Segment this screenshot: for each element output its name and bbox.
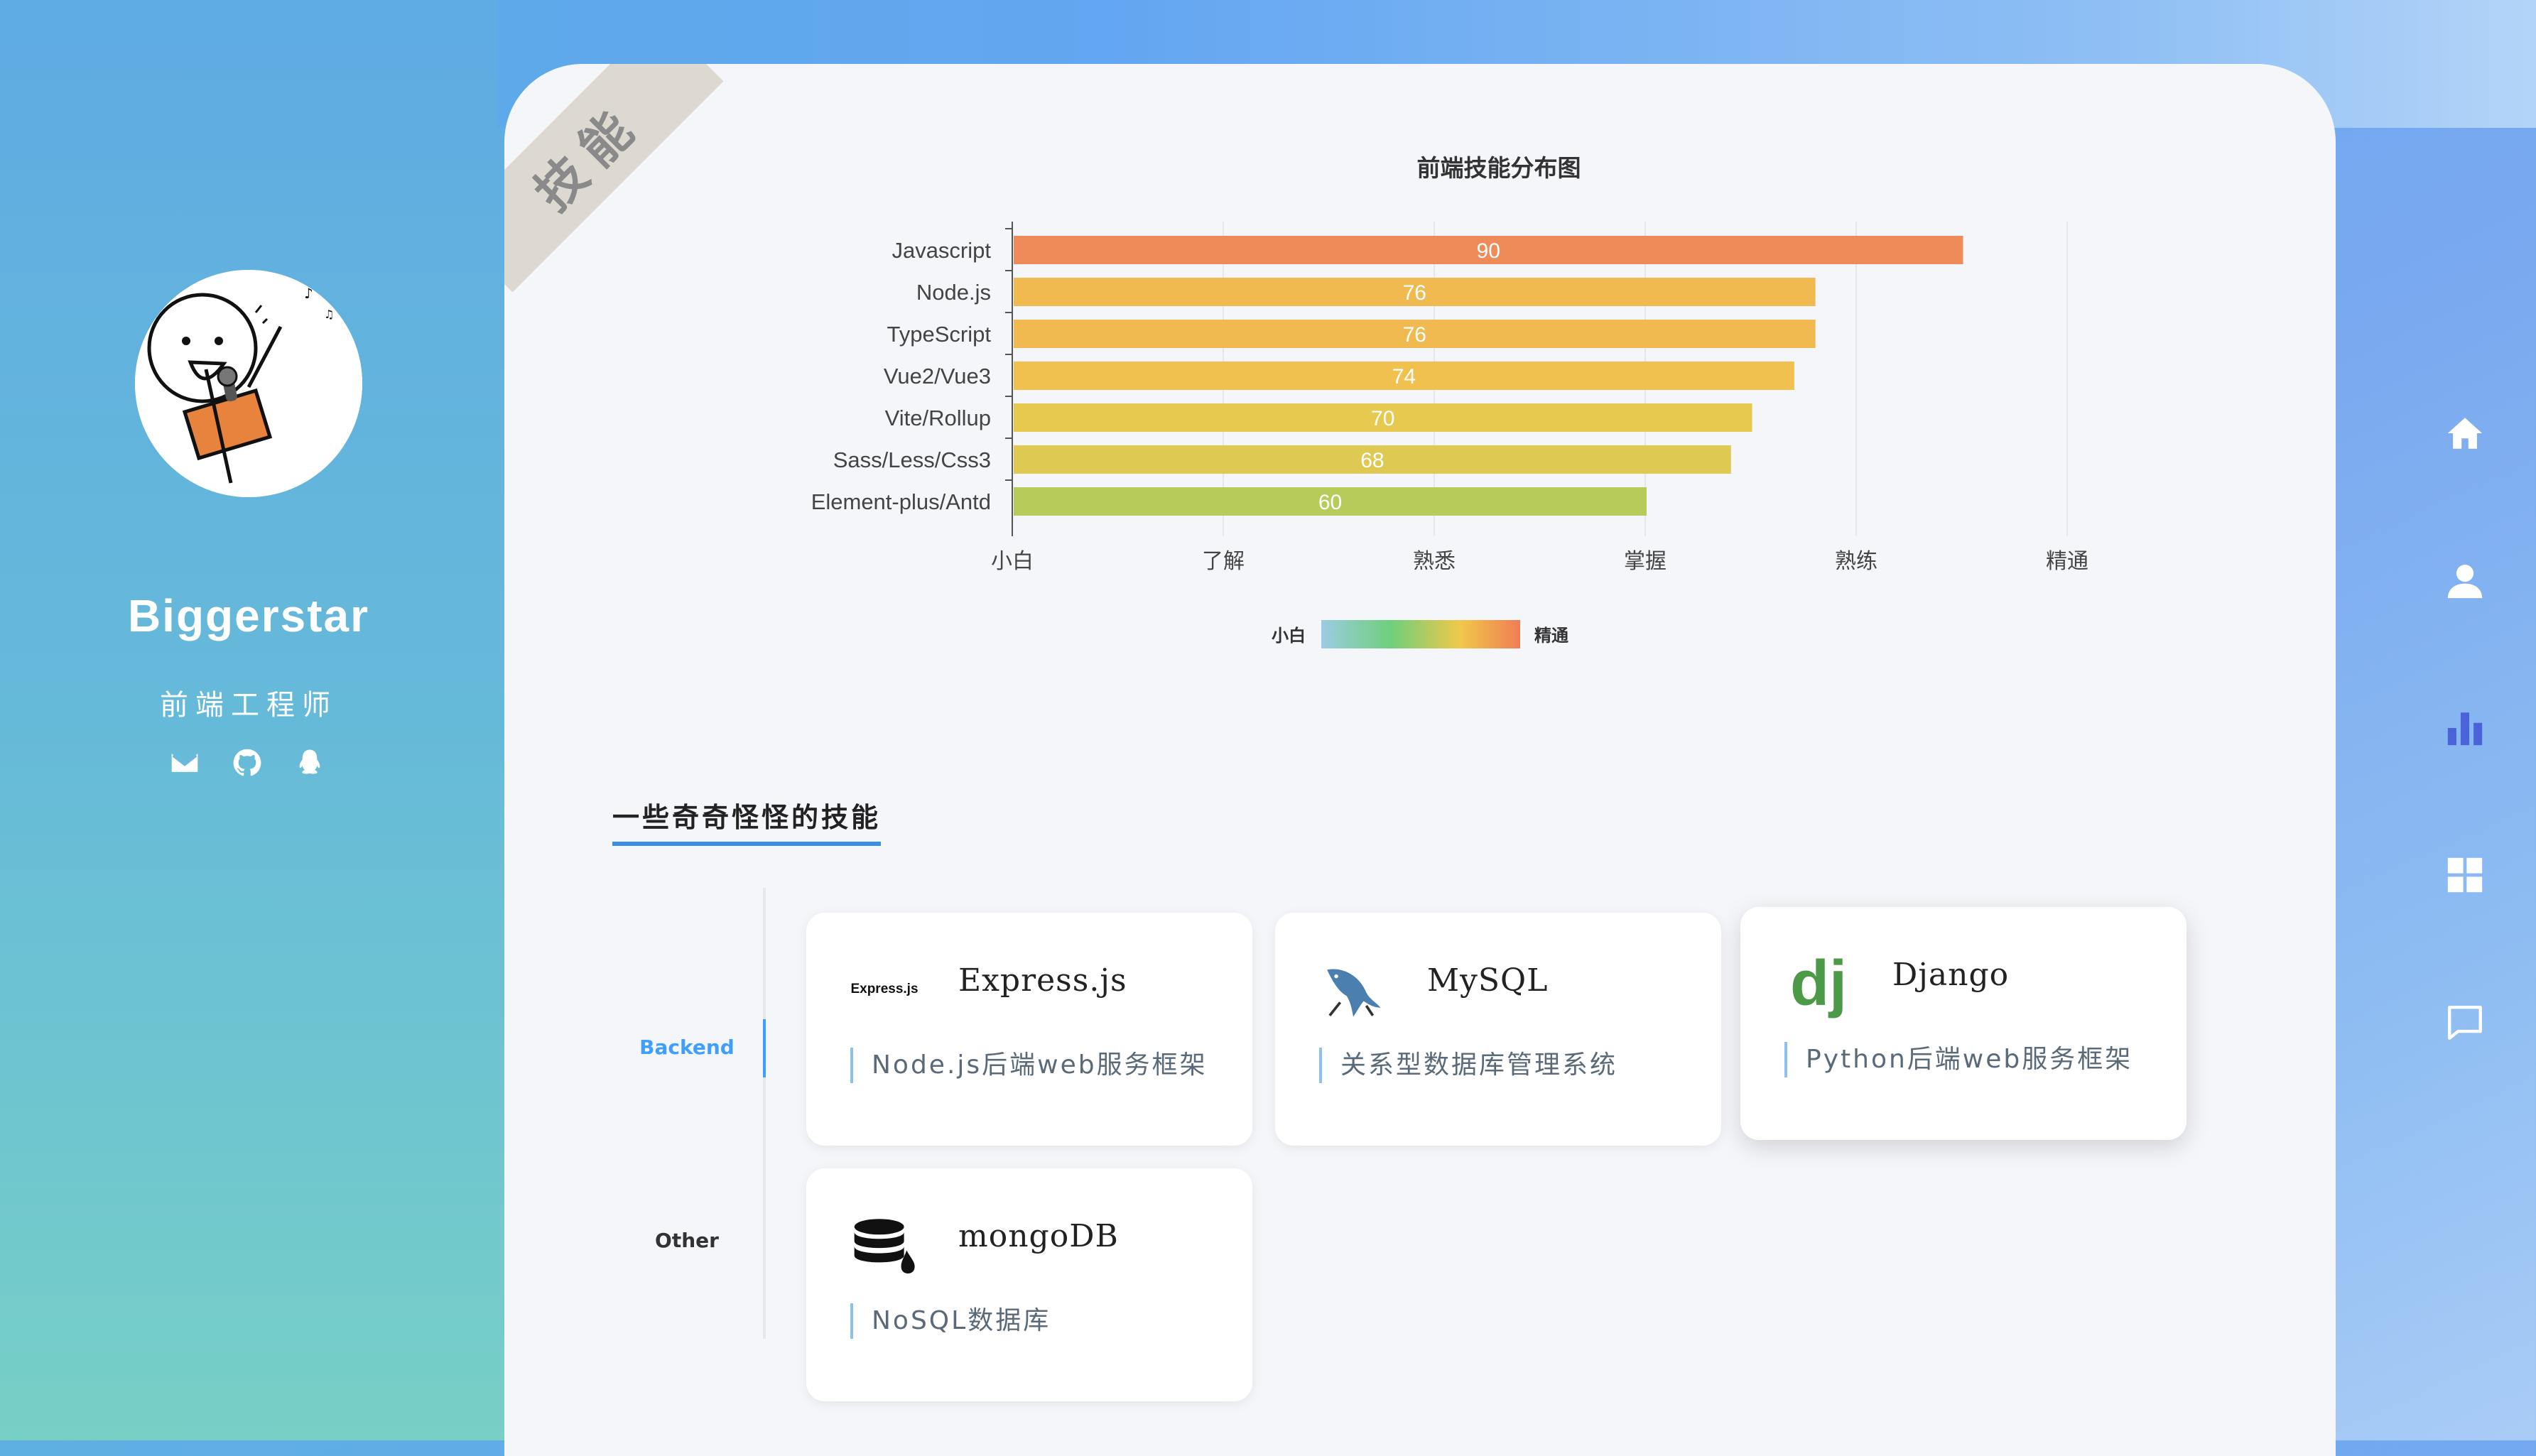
- visual-map-max-label: 精通: [1534, 626, 1568, 646]
- main-card: 技能 前端技能分布图 90 76 76 74 70 68 60 小白 了解 熟悉 掌握 熟练 精通 Ja…: [504, 64, 2336, 1456]
- skill-card-django[interactable]: dj Django Python后端web服务框架: [1740, 907, 2187, 1140]
- express-logo: Express.js: [850, 982, 919, 996]
- active-tab-indicator: [763, 1019, 766, 1077]
- skill-desc: 关系型数据库管理系统: [1319, 1048, 1617, 1083]
- user-icon[interactable]: [2437, 553, 2493, 609]
- data-label: 70: [1371, 407, 1394, 430]
- x-tick-label: 精通: [2046, 549, 2088, 574]
- x-tick-label: 熟练: [1835, 549, 1877, 574]
- x-tick-label: 熟悉: [1413, 549, 1456, 574]
- skill-title: Django: [1892, 957, 2010, 993]
- x-tick-label: 了解: [1202, 549, 1245, 574]
- data-label: 74: [1392, 365, 1416, 389]
- skill-card-mongodb[interactable]: mongoDB NoSQL数据库: [806, 1168, 1252, 1401]
- qq-icon[interactable]: [294, 747, 325, 778]
- chart-canvas: 90767674706860 小白 了解 熟悉 掌握 熟练 精通JavascriptNod…: [811, 222, 2088, 648]
- skill-chart: 前端技能分布图 90 76 76 74 70 68 60 小白 了解 熟悉 掌握 熟练 精通 Javas…: [504, 64, 2336, 703]
- skill-title: Express.js: [958, 962, 1127, 999]
- data-label: 68: [1360, 449, 1384, 472]
- skill-title: MySQL: [1427, 962, 1549, 999]
- y-tick-label: Node.js: [916, 280, 991, 305]
- skill-desc: Python后端web服务框架: [1784, 1042, 2133, 1077]
- grid-icon[interactable]: [2437, 847, 2493, 903]
- skill-card-express[interactable]: Express.js Express.js Node.js后端web服务框架: [806, 913, 1252, 1146]
- skill-title: mongoDB: [958, 1218, 1119, 1254]
- data-label: 90: [1477, 239, 1500, 263]
- data-label: 60: [1318, 491, 1342, 514]
- chat-icon[interactable]: [2437, 994, 2493, 1051]
- django-logo: dj: [1790, 948, 1847, 1019]
- github-icon[interactable]: [232, 747, 263, 778]
- tab-other[interactable]: Other: [611, 1229, 763, 1252]
- skill-card-mysql[interactable]: MySQL 关系型数据库管理系统: [1275, 913, 1721, 1146]
- visual-map-bar: [1321, 620, 1520, 648]
- social-links: [169, 747, 325, 778]
- skill-desc: NoSQL数据库: [850, 1303, 1051, 1339]
- database-icon: [850, 1211, 919, 1279]
- data-label: 76: [1403, 281, 1426, 305]
- avatar: ♪ ♫: [135, 270, 362, 497]
- visual-map-min-label: 小白: [1272, 626, 1306, 646]
- y-tick-label: TypeScript: [887, 322, 992, 347]
- y-tick-label: Vue2/Vue3: [884, 364, 991, 389]
- profile-role: 前端工程师: [160, 689, 337, 722]
- mysql-dolphin-icon: [1319, 955, 1387, 1023]
- y-tick-label: Element-plus/Antd: [811, 489, 991, 514]
- section-title: 一些奇奇怪怪的技能: [612, 795, 882, 846]
- x-tick-label: 小白: [991, 549, 1034, 574]
- home-icon[interactable]: [2437, 405, 2493, 462]
- x-tick-label: 掌握: [1624, 549, 1667, 574]
- svg-text:♫: ♫: [324, 308, 334, 321]
- profile-name: Biggerstar: [127, 590, 370, 641]
- y-tick-label: Vite/Rollup: [885, 406, 991, 430]
- mail-icon[interactable]: [169, 747, 200, 778]
- tab-backend[interactable]: Backend: [611, 1036, 763, 1059]
- category-tabs: Backend Other: [611, 888, 766, 1339]
- bar-chart-icon[interactable]: [2437, 700, 2493, 756]
- y-tick-label: Sass/Less/Css3: [833, 447, 991, 472]
- skill-desc: Node.js后端web服务框架: [850, 1048, 1208, 1083]
- y-tick-label: Javascript: [892, 238, 991, 263]
- data-label: 76: [1403, 323, 1426, 347]
- avatar-illustration: ♪ ♫: [135, 270, 362, 497]
